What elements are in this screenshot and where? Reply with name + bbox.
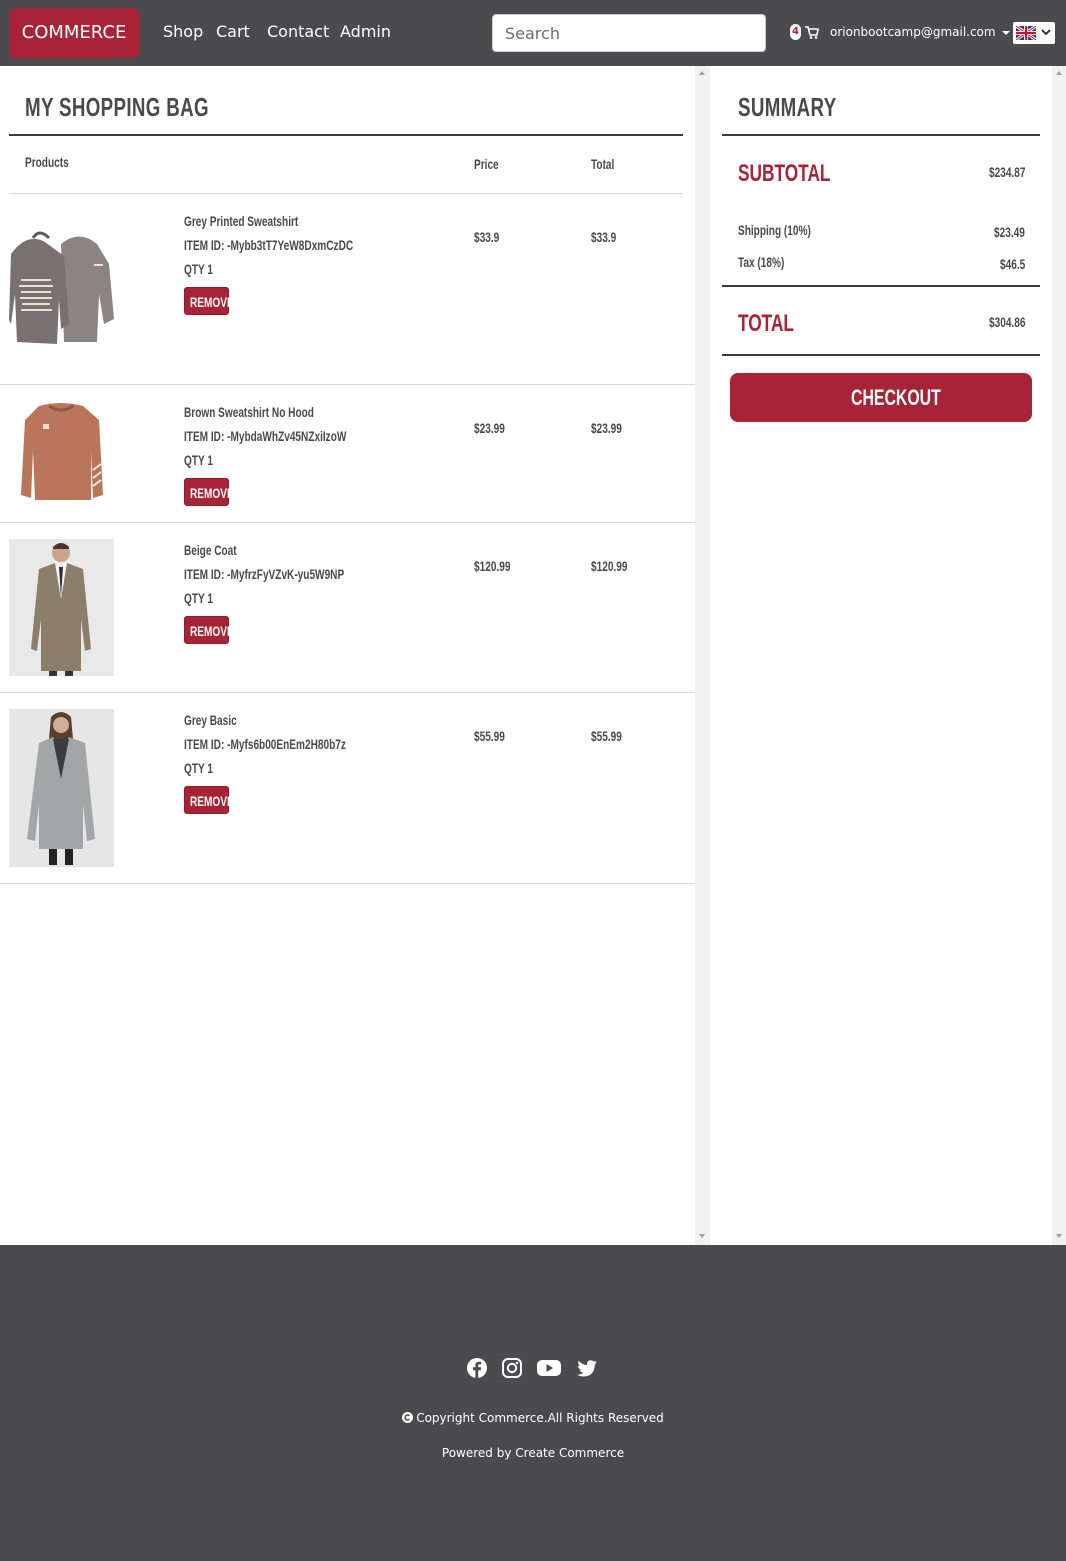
chevron-down-icon xyxy=(1001,30,1010,35)
brand-logo-button[interactable]: COMMERCE xyxy=(9,8,139,58)
summary-title: SUMMARY xyxy=(738,92,837,122)
scroll-down-arrow-icon[interactable] xyxy=(1056,1234,1062,1238)
product-name[interactable]: Grey Printed Sweatshirt xyxy=(184,213,298,229)
product-image-brown-sweatshirt[interactable] xyxy=(9,400,114,507)
product-qty: QTY 1 xyxy=(184,760,213,776)
product-total: $120.99 xyxy=(591,558,628,574)
scroll-up-arrow-icon[interactable] xyxy=(1056,71,1062,75)
summary-title-divider xyxy=(722,134,1040,136)
remove-button[interactable]: REMOVE xyxy=(184,786,234,814)
product-price: $120.99 xyxy=(474,558,511,574)
scrollbar[interactable] xyxy=(1052,66,1066,1245)
product-name[interactable]: Grey Basic xyxy=(184,712,237,728)
user-email: orionbootcamp@gmail.com xyxy=(830,25,996,39)
subtotal-label: SUBTOTAL xyxy=(738,160,831,187)
row-divider xyxy=(0,522,695,523)
subtotal-value: $234.87 xyxy=(989,164,1026,180)
shipping-label: Shipping (10%) xyxy=(738,222,811,238)
row-divider xyxy=(0,883,695,884)
nav-link-admin[interactable]: Admin xyxy=(340,22,391,41)
remove-button-label: REMOVE xyxy=(190,623,234,639)
remove-button-label: REMOVE xyxy=(190,485,234,501)
product-image-beige-coat[interactable] xyxy=(9,539,114,676)
facebook-icon[interactable] xyxy=(466,1357,488,1379)
column-header-total: Total xyxy=(591,156,615,172)
product-qty: QTY 1 xyxy=(184,590,213,606)
copyright-text: Copyright Commerce.All Rights Reserved xyxy=(0,1411,1066,1425)
copyright-label: Copyright Commerce.All Rights Reserved xyxy=(416,1411,664,1425)
product-qty: QTY 1 xyxy=(184,452,213,468)
product-total: $23.99 xyxy=(591,420,622,436)
twitter-icon[interactable] xyxy=(576,1357,598,1379)
product-name[interactable]: Brown Sweatshirt No Hood xyxy=(184,404,314,420)
navbar: COMMERCE Shop Cart Contact Admin 4 orion… xyxy=(0,0,1066,66)
coat-model-image xyxy=(31,543,91,676)
remove-button-label: REMOVE xyxy=(190,294,234,310)
uk-flag-icon xyxy=(1016,26,1036,40)
cart-icon[interactable] xyxy=(805,24,819,40)
youtube-icon[interactable] xyxy=(537,1357,561,1379)
summary-panel xyxy=(710,66,1052,1245)
nav-link-cart[interactable]: Cart xyxy=(216,22,250,41)
product-image-grey-basic[interactable] xyxy=(9,709,114,867)
product-total: $55.99 xyxy=(591,728,622,744)
grey-coat-model-image xyxy=(27,712,95,865)
product-image-grey-printed-sweatshirt[interactable] xyxy=(9,224,114,348)
product-qty: QTY 1 xyxy=(184,261,213,277)
total-label: TOTAL xyxy=(738,310,794,337)
product-item-id: ITEM ID: -MybdaWhZv45NZxiIzoW xyxy=(184,428,347,444)
scroll-down-arrow-icon[interactable] xyxy=(699,1234,705,1238)
tax-label: Tax (18%) xyxy=(738,254,785,270)
hoodie-image xyxy=(9,231,114,344)
product-price: $55.99 xyxy=(474,728,505,744)
total-value: $304.86 xyxy=(989,314,1026,330)
product-price: $33.9 xyxy=(474,229,500,245)
product-item-id: ITEM ID: -Mybb3tT7YeW8DxmCzDC xyxy=(184,237,354,253)
scroll-up-arrow-icon[interactable] xyxy=(699,71,705,75)
summary-divider xyxy=(722,285,1040,287)
header-divider xyxy=(9,193,683,194)
checkout-button[interactable]: CHECKOUT xyxy=(730,373,1032,422)
user-menu-dropdown[interactable]: orionbootcamp@gmail.com xyxy=(830,25,1010,39)
scrollbar[interactable] xyxy=(695,66,710,1245)
remove-button-label: REMOVE xyxy=(190,793,234,809)
remove-button[interactable]: REMOVE xyxy=(184,616,234,644)
chevron-down-icon xyxy=(1041,29,1051,36)
product-item-id: ITEM ID: -MyfrzFyVZvK-yu5W9NP xyxy=(184,566,345,582)
column-header-products: Products xyxy=(25,154,69,170)
row-divider xyxy=(0,692,695,693)
title-divider xyxy=(9,134,683,136)
column-header-price: Price xyxy=(474,156,499,172)
product-item-id: ITEM ID: -Myfs6b00EnEm2H80b7z xyxy=(184,736,346,752)
search-input[interactable] xyxy=(492,14,766,52)
row-divider xyxy=(0,384,695,385)
product-total: $33.9 xyxy=(591,229,617,245)
footer: Copyright Commerce.All Rights Reserved P… xyxy=(0,1245,1066,1561)
copyright-icon xyxy=(402,1412,414,1423)
product-name[interactable]: Beige Coat xyxy=(184,542,237,558)
sweatshirt-image xyxy=(21,403,103,500)
bag-title: MY SHOPPING BAG xyxy=(25,92,209,122)
cart-count-badge[interactable]: 4 xyxy=(790,24,801,40)
tax-value: $46.5 xyxy=(1000,256,1026,272)
powered-by-text[interactable]: Powered by Create Commerce xyxy=(0,1446,1066,1460)
language-select[interactable] xyxy=(1013,22,1055,44)
checkout-button-label: CHECKOUT xyxy=(851,385,941,410)
nav-link-contact[interactable]: Contact xyxy=(267,22,329,41)
instagram-icon[interactable] xyxy=(501,1357,523,1379)
summary-bottom-divider xyxy=(722,354,1040,356)
remove-button[interactable]: REMOVE xyxy=(184,478,234,506)
nav-link-shop[interactable]: Shop xyxy=(163,22,203,41)
product-price: $23.99 xyxy=(474,420,505,436)
shipping-value: $23.49 xyxy=(994,224,1025,240)
remove-button[interactable]: REMOVE xyxy=(184,287,234,315)
